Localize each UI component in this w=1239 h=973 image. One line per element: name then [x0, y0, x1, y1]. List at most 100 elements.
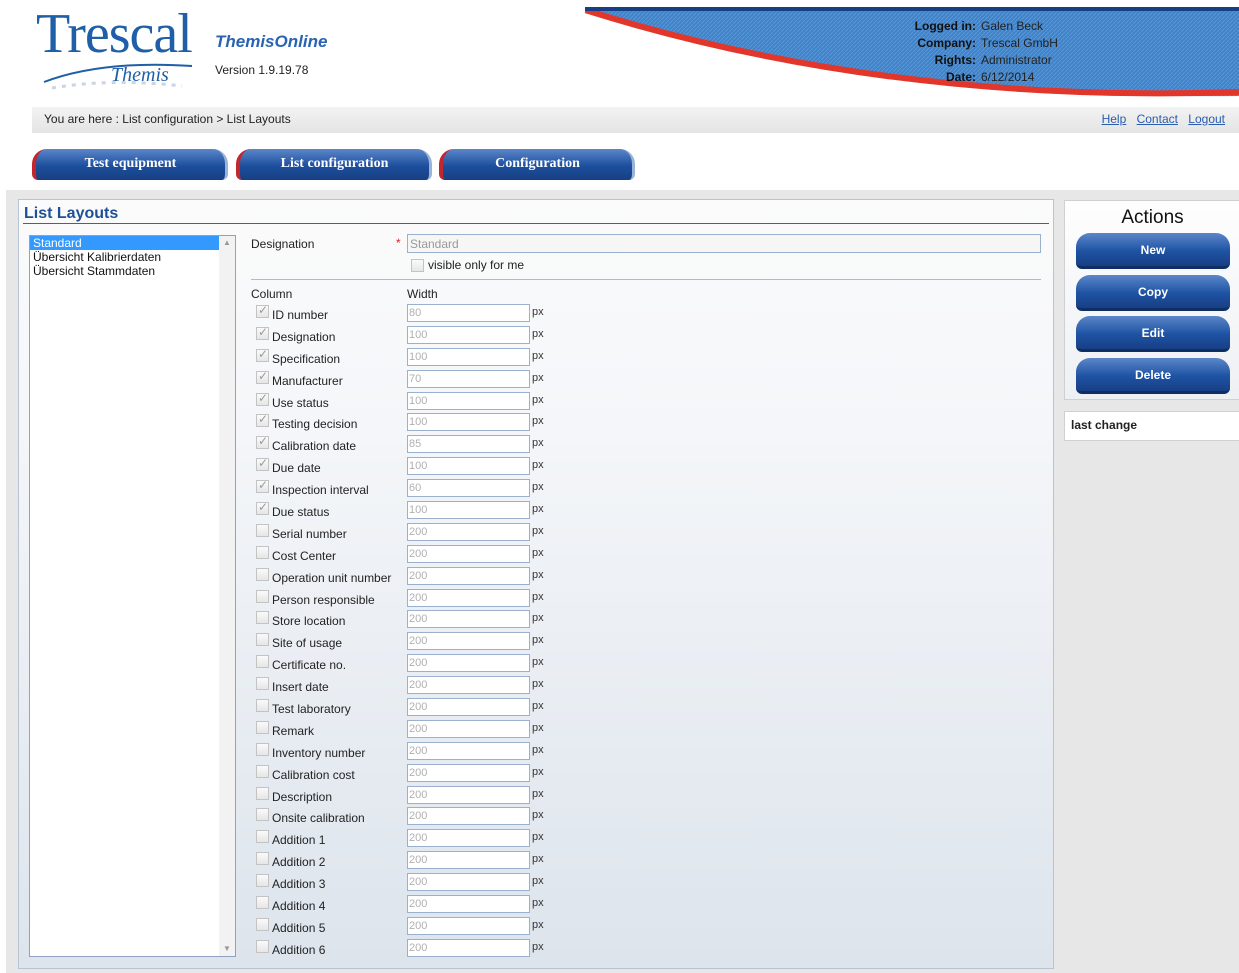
- required-mark: *: [396, 236, 401, 250]
- column-checkbox[interactable]: [256, 830, 269, 844]
- width-input[interactable]: 200: [407, 829, 530, 848]
- list-item[interactable]: Übersicht Stammdaten: [30, 264, 220, 278]
- column-name: Onsite calibration: [272, 811, 365, 826]
- column-checkbox[interactable]: [256, 764, 269, 778]
- table-row: Manufacturer 70px: [251, 369, 651, 391]
- scroll-down-icon[interactable]: ▼: [219, 942, 235, 956]
- column-checkbox[interactable]: [256, 742, 269, 756]
- width-input[interactable]: 200: [407, 916, 530, 935]
- width-input[interactable]: 200: [407, 873, 530, 892]
- list-scrollbar[interactable]: ▲ ▼: [219, 236, 235, 956]
- actions-panel: Actions New Copy Edit Delete: [1064, 200, 1239, 400]
- column-name: Testing decision: [272, 417, 358, 432]
- new-button[interactable]: New: [1076, 233, 1230, 269]
- help-link[interactable]: Help: [1102, 112, 1127, 126]
- tab-test-equipment[interactable]: Test equipment: [32, 149, 228, 180]
- width-input[interactable]: 100: [407, 413, 530, 432]
- px-unit: px: [532, 459, 544, 472]
- width-input[interactable]: 85: [407, 435, 530, 454]
- column-checkbox[interactable]: [256, 852, 269, 866]
- logout-link[interactable]: Logout: [1188, 112, 1225, 126]
- column-checkbox[interactable]: [256, 699, 269, 713]
- column-checkbox[interactable]: [256, 567, 269, 581]
- column-name: Inventory number: [272, 745, 366, 760]
- list-item[interactable]: Übersicht Kalibrierdaten: [30, 250, 220, 264]
- column-checkbox[interactable]: [256, 677, 269, 691]
- width-input[interactable]: 200: [407, 763, 530, 782]
- width-input[interactable]: 200: [407, 938, 530, 957]
- width-input[interactable]: 200: [407, 544, 530, 563]
- column-checkbox[interactable]: [256, 633, 269, 647]
- width-input[interactable]: 200: [407, 610, 530, 629]
- width-input[interactable]: 200: [407, 632, 530, 651]
- width-input[interactable]: 100: [407, 347, 530, 366]
- px-unit: px: [532, 678, 544, 691]
- layout-list[interactable]: Standard Übersicht Kalibrierdaten Übersi…: [29, 235, 236, 957]
- width-input[interactable]: 200: [407, 698, 530, 717]
- width-input[interactable]: 200: [407, 807, 530, 826]
- contact-link[interactable]: Contact: [1137, 112, 1178, 126]
- designation-input[interactable]: [407, 234, 1041, 253]
- column-header: Column: [251, 287, 293, 301]
- table-row: Testing decision 100px: [251, 412, 651, 434]
- column-checkbox[interactable]: [256, 939, 269, 953]
- column-checkbox[interactable]: [256, 391, 269, 406]
- column-checkbox[interactable]: [256, 874, 269, 888]
- tab-list-configuration[interactable]: List configuration: [236, 149, 432, 180]
- visible-only-checkbox[interactable]: [411, 258, 424, 272]
- width-input[interactable]: 200: [407, 654, 530, 673]
- column-checkbox[interactable]: [256, 611, 269, 625]
- column-checkbox[interactable]: [256, 500, 269, 516]
- column-checkbox[interactable]: [256, 808, 269, 822]
- column-name: Cost Center: [272, 548, 337, 563]
- column-checkbox[interactable]: [256, 303, 269, 318]
- delete-button[interactable]: Delete: [1076, 358, 1230, 394]
- width-input[interactable]: 100: [407, 391, 530, 410]
- width-input[interactable]: 200: [407, 741, 530, 760]
- px-unit: px: [532, 918, 544, 931]
- column-checkbox[interactable]: [256, 545, 269, 559]
- tab-configuration[interactable]: Configuration: [439, 149, 635, 180]
- table-row: Addition 3 200 px: [251, 872, 651, 894]
- width-input[interactable]: 200: [407, 676, 530, 695]
- column-checkbox[interactable]: [256, 589, 269, 603]
- width-input[interactable]: 100: [407, 501, 530, 520]
- width-input[interactable]: 200: [407, 851, 530, 870]
- table-row: Insert date 200 px: [251, 675, 651, 697]
- width-input[interactable]: 80: [407, 304, 530, 322]
- column-name: Store location: [272, 614, 346, 629]
- column-checkbox[interactable]: [256, 523, 269, 537]
- column-checkbox[interactable]: [256, 456, 269, 472]
- column-checkbox[interactable]: [256, 434, 269, 450]
- scroll-up-icon[interactable]: ▲: [219, 236, 235, 250]
- width-input[interactable]: 70: [407, 369, 530, 388]
- width-input[interactable]: 200: [407, 719, 530, 738]
- width-input[interactable]: 200: [407, 522, 530, 541]
- edit-button[interactable]: Edit: [1076, 316, 1230, 352]
- column-checkbox[interactable]: [256, 786, 269, 800]
- table-row: Specification 100px: [251, 347, 651, 369]
- column-checkbox[interactable]: [256, 720, 269, 734]
- px-unit: px: [532, 700, 544, 713]
- column-checkbox[interactable]: [256, 896, 269, 910]
- column-checkbox[interactable]: [256, 917, 269, 931]
- width-input[interactable]: 60: [407, 479, 530, 498]
- width-input[interactable]: 200: [407, 566, 530, 585]
- list-item[interactable]: Standard: [30, 236, 220, 250]
- table-row: Addition 6 200 px: [251, 938, 651, 960]
- column-checkbox[interactable]: [256, 412, 269, 428]
- list-layouts-panel: List Layouts Standard Übersicht Kalibrie…: [18, 199, 1054, 969]
- width-input[interactable]: 200: [407, 895, 530, 914]
- width-input[interactable]: 100: [407, 457, 530, 476]
- column-checkbox[interactable]: [256, 655, 269, 669]
- column-name: Remark: [272, 723, 315, 738]
- app-version: Version 1.9.19.78: [215, 63, 309, 77]
- width-input[interactable]: 100: [407, 325, 530, 344]
- width-input[interactable]: 200: [407, 785, 530, 804]
- column-checkbox[interactable]: [256, 325, 269, 340]
- column-checkbox[interactable]: [256, 478, 269, 494]
- column-checkbox[interactable]: [256, 347, 269, 362]
- width-input[interactable]: 200: [407, 588, 530, 607]
- column-checkbox[interactable]: [256, 369, 269, 384]
- copy-button[interactable]: Copy: [1076, 275, 1230, 311]
